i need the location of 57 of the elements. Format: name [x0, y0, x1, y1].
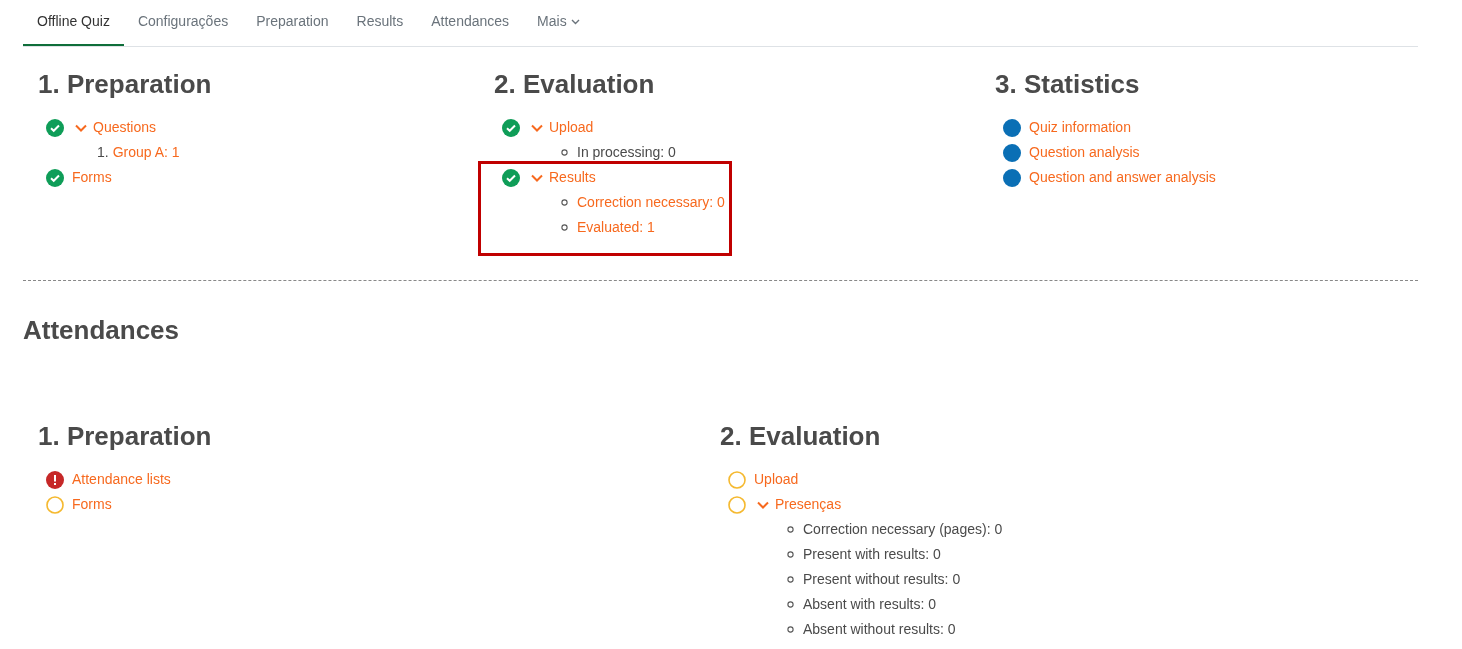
link[interactable]: Forms	[72, 494, 112, 515]
column-heading: 2. Evaluation	[720, 420, 881, 453]
dot-icon	[1003, 143, 1021, 162]
check-circle-icon	[46, 118, 64, 137]
link[interactable]: Attendance lists	[72, 469, 171, 490]
check-circle-icon	[46, 168, 64, 187]
list-item-text: Present with results: 0	[803, 545, 941, 564]
tab[interactable]: Preparation	[242, 0, 343, 46]
list-item-text: Present without results: 0	[803, 570, 961, 589]
link[interactable]: Question analysis	[1029, 142, 1140, 163]
exclamation-circle-icon	[46, 470, 64, 489]
list-item-text: Correction necessary (pages): 0	[803, 520, 1003, 539]
list-item-text: Absent with results: 0	[803, 595, 937, 614]
circle-icon	[728, 470, 746, 489]
section-title: Attendances	[23, 314, 181, 347]
column-heading: 3. Statistics	[995, 68, 1140, 101]
more-menu-tab[interactable]: Mais	[523, 0, 594, 46]
link[interactable]: Upload	[549, 117, 594, 138]
circle-icon	[728, 495, 746, 514]
list-item-text: In processing: 0	[577, 143, 676, 162]
bullet-icon	[787, 626, 794, 633]
link[interactable]: Questions	[93, 117, 157, 138]
link[interactable]: Forms	[72, 167, 112, 188]
link[interactable]: Group A: 1	[112, 142, 180, 163]
circle-icon	[46, 495, 64, 514]
link[interactable]: Correction necessary: 0	[577, 192, 725, 213]
chevron-down-icon[interactable]	[75, 123, 87, 132]
bullet-icon	[787, 526, 794, 533]
list-number: 1.	[97, 143, 109, 162]
link[interactable]: Question and answer analysis	[1029, 167, 1216, 188]
check-circle-icon	[502, 168, 520, 187]
column-heading: 1. Preparation	[38, 420, 212, 453]
chevron-down-icon[interactable]	[757, 500, 769, 509]
tab[interactable]: Configurações	[123, 0, 243, 46]
bullet-icon	[561, 149, 568, 156]
link[interactable]: Results	[549, 167, 596, 188]
column-heading: 2. Evaluation	[494, 68, 655, 101]
bullet-icon	[787, 601, 794, 608]
link[interactable]: Upload	[754, 469, 799, 490]
chevron-down-icon[interactable]	[531, 173, 543, 182]
chevron-down-icon[interactable]	[531, 123, 543, 132]
link[interactable]: Presenças	[775, 494, 842, 515]
bullet-icon	[561, 224, 568, 231]
bullet-icon	[787, 576, 794, 583]
link[interactable]: Quiz information	[1029, 117, 1131, 138]
dot-icon	[1003, 118, 1021, 137]
column-heading: 1. Preparation	[38, 68, 212, 101]
tab[interactable]: Results	[342, 0, 418, 46]
dot-icon	[1003, 168, 1021, 187]
bullet-icon	[787, 551, 794, 558]
check-circle-icon	[502, 118, 520, 137]
caret-icon	[570, 18, 580, 25]
link[interactable]: Evaluated: 1	[577, 217, 655, 238]
tab[interactable]: Attendances	[417, 0, 524, 46]
tab[interactable]: Offline Quiz	[23, 0, 124, 46]
bullet-icon	[561, 199, 568, 206]
list-item-text: Absent without results: 0	[803, 620, 956, 639]
